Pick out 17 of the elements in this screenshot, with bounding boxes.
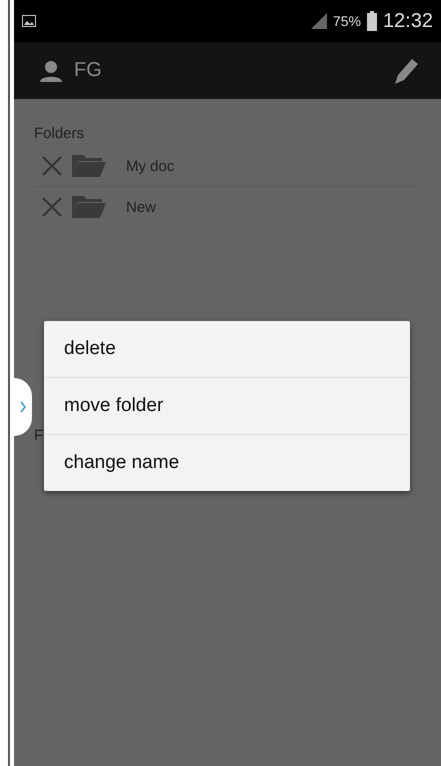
clock: 12:32: [382, 10, 433, 32]
folder-icon: [72, 155, 106, 177]
menu-item[interactable]: change name: [44, 435, 410, 491]
folder-icon: [72, 196, 106, 218]
pencil-icon[interactable]: [393, 56, 419, 84]
section-title: F: [34, 427, 44, 444]
menu-item[interactable]: delete: [44, 321, 410, 378]
account-name: FG: [74, 59, 102, 82]
person-icon: [40, 60, 62, 82]
battery-icon: [366, 11, 377, 31]
image-icon: [22, 15, 36, 27]
chevron-right-icon: [20, 401, 26, 413]
signal-icon: [310, 13, 327, 29]
section-title: Folders: [34, 125, 84, 142]
menu-item[interactable]: move folder: [44, 378, 410, 435]
battery-percent: 75%: [332, 13, 361, 29]
drawer-handle[interactable]: [14, 378, 32, 436]
